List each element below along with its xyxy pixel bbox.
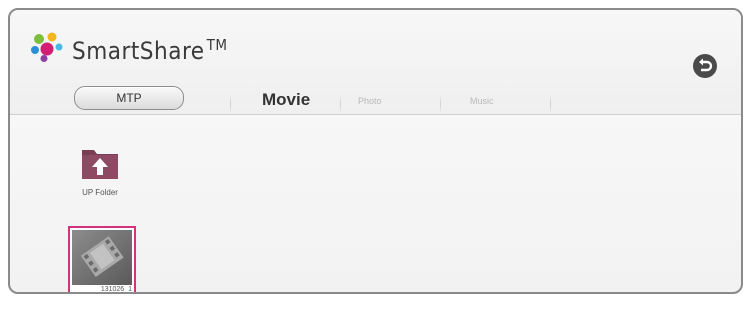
tab-movie[interactable]: Movie	[262, 90, 310, 110]
smartshare-logo-icon	[31, 32, 63, 62]
app-title: SmartShare TM	[72, 36, 228, 65]
file-browser: UP Folder 131026_1	[10, 114, 741, 292]
back-arrow-icon	[699, 58, 713, 72]
header-bar: SmartShare TM MTP Movie Photo Music	[10, 10, 741, 115]
movie-file-item[interactable]: 131026_1	[68, 226, 136, 293]
up-folder-icon	[82, 150, 118, 179]
tab-divider	[340, 94, 341, 114]
tab-divider	[550, 94, 551, 114]
up-folder-label: UP Folder	[82, 188, 118, 197]
tab-photo[interactable]: Photo	[358, 96, 382, 106]
tab-music[interactable]: Music	[470, 96, 494, 106]
tab-divider	[230, 94, 231, 114]
movie-file-name: 131026_1	[100, 286, 132, 293]
smartshare-window: SmartShare TM MTP Movie Photo Music UP F…	[8, 8, 743, 294]
up-folder-item[interactable]: UP Folder	[70, 142, 130, 197]
mtp-source-button[interactable]: MTP	[74, 86, 184, 110]
movie-file-icon	[72, 230, 132, 285]
tab-divider	[440, 94, 441, 114]
back-button[interactable]	[693, 54, 717, 78]
